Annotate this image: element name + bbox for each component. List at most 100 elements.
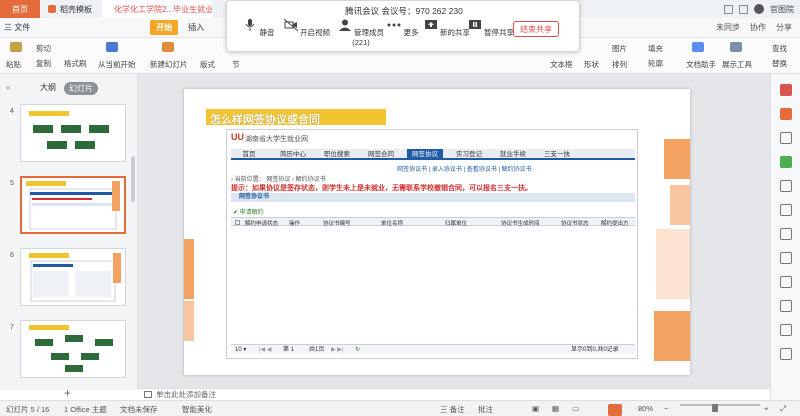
nav-procedures[interactable]: 就业手续 — [495, 149, 531, 158]
tab-insert[interactable]: 插入 — [188, 22, 204, 33]
first-page-icon[interactable]: |◀ ◀ — [259, 345, 271, 355]
help-icon[interactable] — [780, 276, 792, 288]
reading-view-icon[interactable]: ▭ — [572, 404, 579, 413]
grid-icon[interactable] — [739, 4, 748, 14]
notes-icon — [144, 391, 152, 398]
tab-outline[interactable]: 大纲 — [40, 82, 56, 95]
tab-slides[interactable]: 幻灯片 — [64, 82, 98, 95]
add-slide-button[interactable]: + — [64, 386, 71, 400]
slide-panel: « 大纲 幻灯片 4 5 6 7 + — [0, 74, 138, 400]
shapes-button[interactable]: 形状 — [584, 59, 599, 70]
arrange-button[interactable]: 排列 — [612, 59, 627, 70]
format-painter-button[interactable]: 格式刷 — [64, 58, 87, 69]
zoom-slider-handle[interactable] — [712, 404, 718, 412]
select-all-checkbox[interactable] — [235, 220, 240, 225]
recommend-icon[interactable] — [780, 84, 792, 96]
col-operation: 操作 — [289, 221, 301, 227]
table-body — [231, 227, 635, 343]
tab-start[interactable]: 开始 — [150, 20, 179, 35]
collaborate-button[interactable]: 协作 — [750, 22, 766, 33]
slide-thumbnail[interactable] — [20, 104, 126, 162]
tools-icon[interactable] — [780, 252, 792, 264]
site-logo: UU — [231, 132, 244, 142]
nav-contract[interactable]: 网签合同 — [363, 149, 399, 158]
smart-beautify-button[interactable]: 智能美化 — [182, 404, 212, 415]
fill-button[interactable]: 填充 — [648, 43, 663, 54]
share-button[interactable]: 分享 — [776, 22, 792, 33]
apply-termination-label: 申请解约 — [239, 210, 264, 216]
file-menu[interactable]: 三 文件 — [4, 22, 30, 33]
nav-resume[interactable]: 简历中心 — [275, 149, 311, 158]
section-button[interactable]: 节 — [232, 59, 240, 70]
outline-button[interactable]: 轮廓 — [648, 58, 663, 69]
embedded-webpage: UU 湖南省大学生就业网 首页 简历中心 职位搜索 网签合同 网签协议 实习登记… — [226, 129, 638, 359]
share-screen-icon — [424, 20, 437, 29]
comments-toggle[interactable]: 批注 — [478, 404, 493, 415]
transition-icon[interactable] — [780, 180, 792, 192]
properties-icon[interactable] — [780, 132, 792, 144]
microphone-icon — [246, 19, 255, 31]
find-button[interactable]: 查找 — [772, 43, 787, 54]
library-icon[interactable] — [780, 324, 792, 336]
video-button[interactable]: 开启视频 — [277, 18, 337, 38]
replace-button[interactable]: 替换 — [772, 58, 787, 69]
normal-view-icon[interactable]: ▣ — [532, 404, 539, 413]
fit-window-icon[interactable]: ⤢ — [780, 404, 786, 414]
slide-thumbnail-active[interactable] — [20, 176, 126, 234]
play-icon — [106, 42, 118, 52]
slide-thumbnail[interactable] — [20, 320, 126, 378]
paste-icon — [10, 42, 22, 52]
thumb-number: 4 — [10, 108, 14, 115]
image-button[interactable]: 图片 — [612, 43, 627, 54]
design-icon[interactable] — [780, 108, 792, 120]
sync-status[interactable]: 未同步 — [716, 22, 740, 33]
zoom-out-icon[interactable]: − — [664, 404, 668, 413]
new-slide-button[interactable]: 新建幻灯片 — [150, 59, 188, 70]
play-from-current-button[interactable]: 从当前开始 — [98, 59, 136, 70]
last-page-icon[interactable]: ▶ ▶| — [331, 345, 343, 355]
notes-toggle[interactable]: 三 备注 — [440, 404, 465, 415]
assistant-button[interactable]: 文档助手 — [686, 59, 716, 70]
settings-icon[interactable] — [780, 300, 792, 312]
cut-button[interactable]: 剪切 — [36, 43, 51, 54]
presentation-tools-button[interactable]: 展示工具 — [722, 59, 752, 70]
zoom-in-icon[interactable]: + — [764, 404, 768, 413]
slide-title[interactable]: 怎么样网签协议或合同 — [210, 111, 320, 127]
nav-jobs[interactable]: 职位搜索 — [319, 149, 355, 158]
layout-button[interactable]: 版式 — [200, 59, 215, 70]
shape-icon[interactable] — [780, 204, 792, 216]
animation-icon[interactable] — [780, 156, 792, 168]
thumbnail-scrollbar[interactable] — [131, 156, 135, 202]
sorter-view-icon[interactable]: ▦ — [552, 404, 559, 413]
more-tools-icon[interactable] — [780, 348, 792, 360]
refresh-icon[interactable]: ↻ — [355, 345, 360, 355]
page-input[interactable]: 第 1 — [283, 345, 294, 355]
copy-button[interactable]: 复制 — [36, 58, 51, 69]
site-subnav[interactable]: 网签协议书 | 录入协议书 | 查看协议书 | 解约协议书 — [397, 164, 532, 173]
collapse-panel-icon[interactable]: « — [6, 83, 10, 92]
nav-sanzhi[interactable]: 三支一扶 — [539, 149, 575, 158]
zoom-slider[interactable] — [680, 404, 760, 406]
end-share-button[interactable]: 结束共享 — [513, 21, 559, 37]
apply-termination-button[interactable]: ✔ 申请解约 — [233, 207, 264, 216]
slideshow-button[interactable] — [608, 404, 622, 416]
nav-internship[interactable]: 实习登记 — [451, 149, 487, 158]
zoom-level[interactable]: 80% — [638, 404, 653, 413]
deco-right-bottom — [654, 311, 690, 361]
tab-home[interactable]: 首页 — [0, 0, 40, 18]
text-box-button[interactable]: 文本框 — [550, 59, 573, 70]
tab-document[interactable]: 化学化工学院2...毕业生就业网 — [102, 0, 212, 18]
pause-share-button[interactable]: 暂停共享 — [461, 19, 521, 38]
backup-icon[interactable] — [780, 228, 792, 240]
slide-thumbnail[interactable] — [20, 248, 126, 306]
slide[interactable]: 怎么样网签协议或合同 UU 湖南省大学生就业网 首页 简历中心 职位搜索 网签合… — [184, 89, 690, 375]
nav-home[interactable]: 首页 — [231, 149, 267, 158]
page-size-select[interactable]: 10 ▾ — [235, 345, 246, 355]
paste-button[interactable]: 粘贴 — [6, 59, 21, 70]
avatar[interactable] — [754, 4, 764, 14]
thumbnail-doc-preview — [29, 253, 121, 302]
layout-icon[interactable] — [724, 4, 733, 14]
nav-agreement[interactable]: 网签协议 — [407, 149, 443, 158]
notes-bar[interactable]: 单击此处添加备注 — [138, 388, 770, 400]
tab-templates[interactable]: 稻壳模板 — [40, 0, 102, 18]
